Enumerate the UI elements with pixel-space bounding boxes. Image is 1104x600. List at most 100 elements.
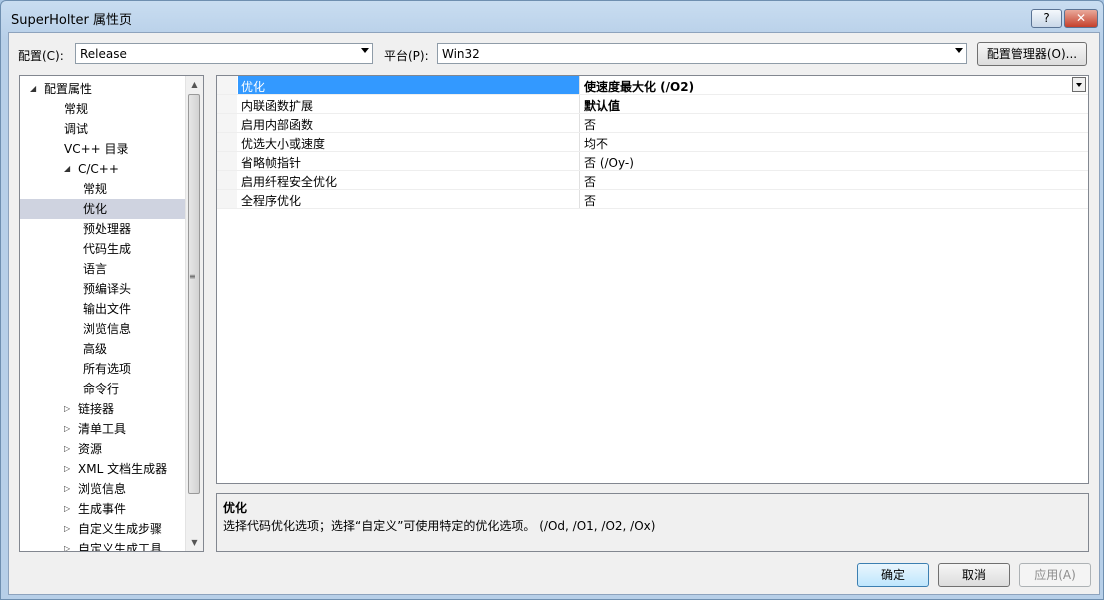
help-button[interactable]: ? xyxy=(1031,9,1062,28)
tree-item-label: 浏览信息 xyxy=(83,322,132,336)
tree-item[interactable]: VC++ 目录 xyxy=(20,139,188,159)
column-divider xyxy=(579,114,580,132)
property-value[interactable]: 否 xyxy=(584,192,596,209)
property-value[interactable]: 使速度最大化 (/O2) xyxy=(584,78,694,95)
property-row[interactable]: 内联函数扩展 默认值 xyxy=(217,95,1088,114)
config-combobox[interactable]: Release xyxy=(75,43,373,64)
property-value[interactable]: 否 (/Oy-) xyxy=(584,154,634,171)
tree-item-label: C/C++ xyxy=(78,162,119,176)
tree-item[interactable]: 预编译头 xyxy=(20,279,188,299)
dialog-client-area: 配置(C): Release 平台(P): Win32 配置管理器(O)... … xyxy=(8,32,1100,595)
tree-item[interactable]: ◢ 配置属性 xyxy=(20,79,188,99)
collapse-arrow-icon[interactable]: ◢ xyxy=(64,159,74,179)
expand-arrow-icon[interactable]: ▷ xyxy=(64,539,74,551)
column-divider xyxy=(579,152,580,170)
tree-item[interactable]: ▷ 清单工具 xyxy=(20,419,188,439)
row-gutter xyxy=(217,114,237,132)
property-row[interactable]: 启用纤程安全优化 否 xyxy=(217,171,1088,190)
platform-label: 平台(P): xyxy=(384,49,429,63)
tree-item[interactable]: 常规 xyxy=(20,179,188,199)
selected-name-cell xyxy=(238,76,579,94)
expand-arrow-icon[interactable]: ▷ xyxy=(64,399,74,419)
description-title: 优化 xyxy=(223,501,248,515)
property-value[interactable]: 否 xyxy=(584,173,596,190)
scroll-grip-icon: ≡ xyxy=(189,272,196,281)
chevron-down-icon xyxy=(955,48,963,53)
scroll-down-icon[interactable]: ▼ xyxy=(186,534,203,551)
expand-arrow-icon[interactable]: ▷ xyxy=(64,459,74,479)
property-row[interactable]: 优选大小或速度 均不 xyxy=(217,133,1088,152)
expand-arrow-icon[interactable]: ▷ xyxy=(64,479,74,499)
tree-item[interactable]: ▷ 生成事件 xyxy=(20,499,188,519)
row-gutter xyxy=(217,152,237,170)
property-name: 全程序优化 xyxy=(241,194,302,208)
platform-combobox[interactable]: Win32 xyxy=(437,43,967,64)
property-name: 优选大小或速度 xyxy=(241,137,326,151)
tree-item[interactable]: 浏览信息 xyxy=(20,319,188,339)
property-row[interactable]: 省略帧指针 否 (/Oy-) xyxy=(217,152,1088,171)
tree-scrollbar[interactable]: ▲ ≡ ▼ xyxy=(185,76,203,551)
description-panel: 优化 选择代码优化选项；选择“自定义”可使用特定的优化选项。 (/Od, /O1… xyxy=(216,493,1089,552)
tree-item[interactable]: ▷ 资源 xyxy=(20,439,188,459)
tree-item-label: 自定义生成工具 xyxy=(78,542,163,552)
collapse-arrow-icon[interactable]: ◢ xyxy=(30,79,40,99)
property-tree: ◢ 配置属性 常规 调试 VC++ 目录 ◢ C/C++ 常规 优化 预处理器 代码生成 语言 预编译头… xyxy=(19,75,204,552)
tree-item[interactable]: ▷ 浏览信息 xyxy=(20,479,188,499)
row-gutter xyxy=(217,133,237,151)
tree-item-label: 高级 xyxy=(83,342,108,356)
tree-item[interactable]: 语言 xyxy=(20,259,188,279)
tree-item[interactable]: ▷ XML 文档生成器 xyxy=(20,459,188,479)
apply-button[interactable]: 应用(A) xyxy=(1019,563,1091,587)
chevron-down-icon xyxy=(361,48,369,53)
tree-item[interactable]: ▷ 自定义生成步骤 xyxy=(20,519,188,539)
property-value[interactable]: 默认值 xyxy=(584,97,620,114)
property-value[interactable]: 否 xyxy=(584,116,596,133)
expand-arrow-icon[interactable]: ▷ xyxy=(64,499,74,519)
expand-arrow-icon[interactable]: ▷ xyxy=(64,419,74,439)
tree-item[interactable]: ▷ 自定义生成工具 xyxy=(20,539,188,552)
tree-item-label: 链接器 xyxy=(78,402,115,416)
tree-item[interactable]: 高级 xyxy=(20,339,188,359)
column-divider xyxy=(579,95,580,113)
tree-item-label: 生成事件 xyxy=(78,502,127,516)
tree-item[interactable]: 预处理器 xyxy=(20,219,188,239)
scroll-up-icon[interactable]: ▲ xyxy=(186,76,203,93)
chevron-down-icon xyxy=(1076,83,1082,87)
column-divider xyxy=(579,171,580,189)
tree-item-label: 预处理器 xyxy=(83,222,132,236)
row-gutter xyxy=(217,190,237,208)
tree-item[interactable]: 代码生成 xyxy=(20,239,188,259)
window-title: SuperHolter 属性页 xyxy=(11,13,132,28)
config-manager-button[interactable]: 配置管理器(O)... xyxy=(977,42,1087,66)
ok-button[interactable]: 确定 xyxy=(857,563,929,587)
properties-dialog: SuperHolter 属性页 ? ✕ 配置(C): Release 平台(P)… xyxy=(0,0,1104,600)
expand-arrow-icon[interactable]: ▷ xyxy=(64,439,74,459)
property-name: 优化 xyxy=(241,80,266,94)
property-row[interactable]: 启用内部函数 否 xyxy=(217,114,1088,133)
tree-item[interactable]: 调试 xyxy=(20,119,188,139)
tree-item[interactable]: 输出文件 xyxy=(20,299,188,319)
property-value[interactable]: 均不 xyxy=(584,135,608,152)
row-gutter xyxy=(217,95,237,113)
cancel-button[interactable]: 取消 xyxy=(938,563,1010,587)
tree-item-label: 调试 xyxy=(64,122,89,136)
tree-item[interactable]: ◢ C/C++ xyxy=(20,159,188,179)
expand-arrow-icon[interactable]: ▷ xyxy=(64,519,74,539)
tree-item[interactable]: 所有选项 xyxy=(20,359,188,379)
property-name: 省略帧指针 xyxy=(241,156,302,170)
tree-item-label: 命令行 xyxy=(83,382,120,396)
tree-item-label: 常规 xyxy=(64,102,89,116)
tree-item-label: 所有选项 xyxy=(83,362,132,376)
tree-item-label: 优化 xyxy=(83,202,108,216)
tree-item[interactable]: 常规 xyxy=(20,99,188,119)
tree-item[interactable]: 命令行 xyxy=(20,379,188,399)
tree-item[interactable]: ▷ 链接器 xyxy=(20,399,188,419)
value-dropdown-button[interactable] xyxy=(1072,77,1086,92)
config-label: 配置(C): xyxy=(18,49,64,63)
tree-item[interactable]: 优化 xyxy=(20,199,188,219)
property-row[interactable]: 优化 使速度最大化 (/O2) xyxy=(217,76,1088,95)
close-button[interactable]: ✕ xyxy=(1064,9,1098,28)
scroll-thumb[interactable] xyxy=(188,94,200,494)
property-row[interactable]: 全程序优化 否 xyxy=(217,190,1088,209)
title-bar: SuperHolter 属性页 ? ✕ xyxy=(1,1,1103,33)
